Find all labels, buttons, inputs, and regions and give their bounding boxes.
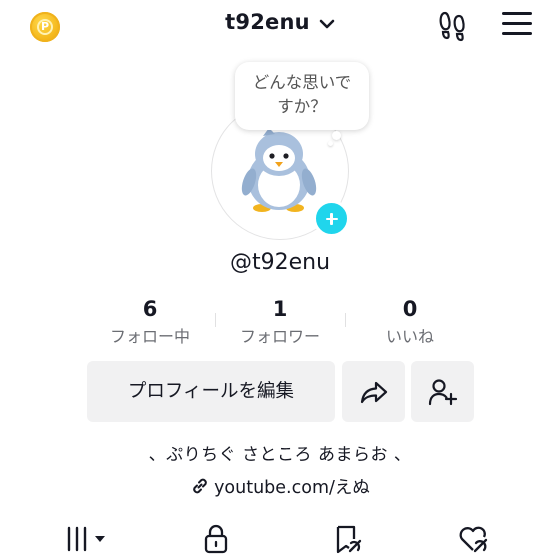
following-count: 6 <box>142 297 158 321</box>
stat-following[interactable]: 6 フォロー中 <box>85 295 215 350</box>
profile-link[interactable]: youtube.com/えぬ <box>0 474 560 499</box>
lock-icon <box>204 524 228 554</box>
add-avatar-button[interactable] <box>313 200 350 237</box>
likes-count: 0 <box>402 297 418 321</box>
likes-label: いいね <box>385 327 434 346</box>
edit-profile-button[interactable]: プロフィールを編集 <box>87 361 335 422</box>
liked-heart-icon <box>459 526 488 553</box>
video-grid-icon <box>67 526 105 552</box>
stat-followers[interactable]: 1 フォロワー <box>215 295 345 350</box>
following-label: フォロー中 <box>109 327 190 346</box>
profile-tabs <box>0 515 560 560</box>
followers-label: フォロワー <box>239 327 320 346</box>
footprints-icon[interactable] <box>437 10 469 42</box>
followers-count: 1 <box>272 297 288 321</box>
link-icon <box>193 478 207 494</box>
chevron-down-icon <box>319 15 335 34</box>
tab-videos[interactable] <box>66 523 112 557</box>
profile-handle: @t92enu <box>229 250 331 275</box>
username-title: t92enu <box>225 10 310 34</box>
add-friend-button[interactable] <box>411 361 474 422</box>
tab-private[interactable] <box>203 523 229 559</box>
tab-saved[interactable] <box>333 523 363 559</box>
account-switcher[interactable]: t92enu <box>0 10 560 34</box>
profile-link-text: youtube.com/えぬ <box>214 478 370 498</box>
thought-bubble[interactable]: どんな思いで すか？ <box>235 62 369 130</box>
bookmark-icon <box>336 525 362 554</box>
share-profile-button[interactable] <box>342 361 405 422</box>
stats-row: 6 フォロー中 1 フォロワー 0 いいね <box>85 295 475 351</box>
add-friend-icon <box>428 378 457 405</box>
share-arrow-icon <box>360 381 387 403</box>
thought-bubble-line2: すか？ <box>277 97 327 116</box>
tab-liked[interactable] <box>457 523 489 559</box>
profile-bio: 、ぷりちぐ さところ あまらお 、 <box>148 445 412 465</box>
stat-likes[interactable]: 0 いいね <box>345 295 475 350</box>
hamburger-menu-icon[interactable] <box>502 12 532 38</box>
thought-bubble-line1: どんな思いで <box>252 73 352 92</box>
